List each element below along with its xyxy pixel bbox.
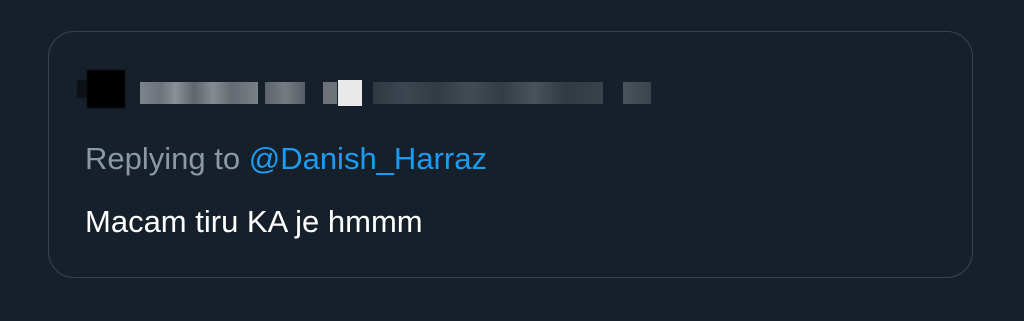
- author-handle-blurred: [373, 82, 603, 104]
- reply-to-mention-link[interactable]: @Danish_Harraz: [249, 141, 487, 176]
- author-display-name-blurred: [140, 82, 258, 104]
- quoted-tweet-card[interactable]: Replying to @Danish_Harraz Macam tiru KA…: [48, 31, 973, 278]
- avatar[interactable]: [77, 70, 125, 108]
- replying-to-prefix: Replying to: [85, 141, 241, 176]
- replying-to-line: Replying to @Danish_Harraz: [85, 139, 487, 179]
- author-display-name-blurred-part: [265, 82, 305, 104]
- author-row: [77, 68, 683, 108]
- tweet-text: Macam tiru KA je hmmm: [85, 204, 423, 239]
- timestamp-blurred: [623, 82, 651, 104]
- author-name-end-blurred: [323, 82, 337, 104]
- verified-badge-icon: [338, 80, 362, 106]
